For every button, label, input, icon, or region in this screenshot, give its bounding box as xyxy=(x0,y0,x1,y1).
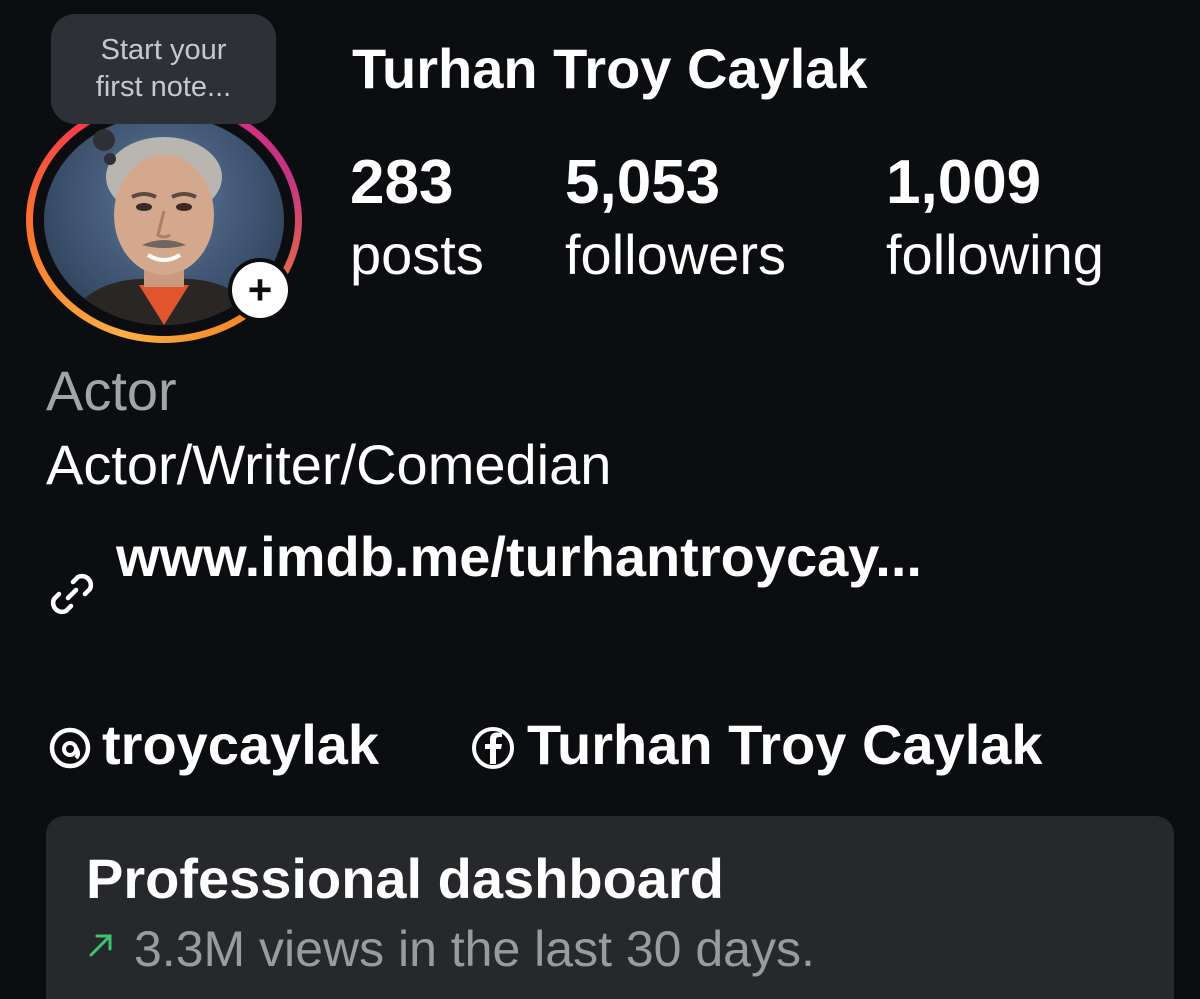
profile-category: Actor xyxy=(46,359,177,422)
link-icon xyxy=(50,573,94,615)
following-count: 1,009 xyxy=(886,148,1042,217)
threads-handle[interactable]: troycaylak xyxy=(102,712,379,777)
add-story-button[interactable]: + xyxy=(228,258,292,322)
followers-stat[interactable]: 5,053 followers xyxy=(565,146,786,290)
posts-stat[interactable]: 283 posts xyxy=(350,146,484,290)
dashboard-views-text: 3.3M views in the last 30 days. xyxy=(134,921,815,977)
note-placeholder: Start your first note... xyxy=(95,34,232,103)
note-bubble[interactable]: Start your first note... xyxy=(51,14,276,124)
following-label: following xyxy=(886,223,1104,286)
dashboard-title: Professional dashboard xyxy=(86,847,724,910)
posts-count: 283 xyxy=(350,148,454,217)
facebook-name[interactable]: Turhan Troy Caylak xyxy=(527,712,1043,777)
bio-link-text[interactable]: www.imdb.me/turhantroycay... xyxy=(116,524,922,589)
threads-icon[interactable] xyxy=(46,724,94,772)
professional-dashboard-card[interactable]: Professional dashboard 3.3M views in the… xyxy=(46,816,1174,999)
followers-count: 5,053 xyxy=(565,148,721,217)
note-bubble-tail xyxy=(93,129,115,151)
following-stat[interactable]: 1,009 following xyxy=(886,146,1104,290)
facebook-icon[interactable] xyxy=(469,724,517,772)
profile-screen: + Start your first note... Turhan Troy C… xyxy=(0,0,1200,999)
plus-icon: + xyxy=(232,262,288,318)
display-name: Turhan Troy Caylak xyxy=(352,37,868,100)
note-bubble-tail-dot xyxy=(104,153,116,165)
followers-label: followers xyxy=(565,223,786,286)
trend-up-arrow-icon xyxy=(89,934,112,957)
bio-text: Actor/Writer/Comedian xyxy=(46,433,612,496)
posts-label: posts xyxy=(350,223,484,286)
